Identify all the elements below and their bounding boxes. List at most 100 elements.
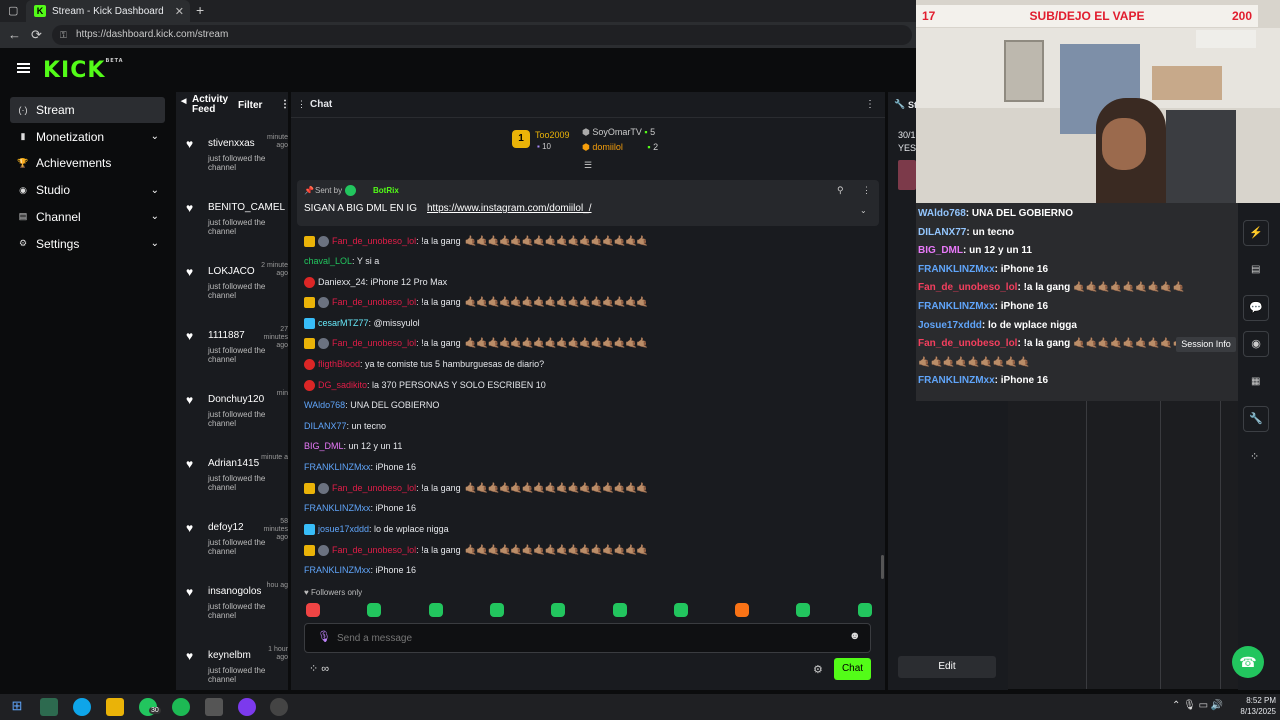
tab-actions-icon[interactable]: ▢ (8, 4, 18, 17)
chat-message[interactable]: WAldo768: UNA DEL GOBIERNO (304, 398, 439, 412)
chat-settings-icon[interactable]: ⚙ (813, 663, 823, 676)
chat-message[interactable]: DG_sadikito: la 370 PERSONAS Y SOLO ESCR… (304, 378, 546, 392)
chat-username[interactable]: Fan_de_unobeso_lol (332, 297, 416, 307)
chat-message[interactable]: Fan_de_unobeso_lol: !a la gang 🤙🏽🤙🏽🤙🏽🤙🏽🤙🏽… (304, 234, 649, 248)
chat-username[interactable]: FRANKLINZMxx (304, 503, 371, 513)
address-bar[interactable]: ⚿ https://dashboard.kick.com/stream (52, 25, 912, 45)
chat-message[interactable]: Daniexx_24: iPhone 12 Pro Max (304, 275, 447, 289)
chat-username[interactable]: Daniexx_24 (318, 277, 366, 287)
chat-drag-icon[interactable]: ⋮ (297, 99, 306, 110)
obs-icon[interactable] (270, 698, 288, 716)
emote-icon[interactable] (367, 603, 382, 617)
emote-icon[interactable] (428, 603, 443, 617)
new-tab-icon[interactable]: + (196, 2, 204, 18)
leader-third[interactable]: ⬢ domiilol ▪ 2 (582, 142, 658, 153)
kick-logo[interactable]: KICKBETA (43, 58, 124, 83)
notes-icon[interactable]: ▤ (1251, 264, 1260, 275)
back-icon[interactable]: ← (8, 27, 21, 42)
chat-message[interactable]: FRANKLINZMxx: iPhone 16 (304, 563, 416, 577)
clock[interactable]: 8:52 PM 8/13/2025 (1232, 695, 1276, 717)
emote-icon[interactable] (306, 603, 320, 617)
system-tray-icons[interactable]: ⌃ 🎙 ▭ 🔊 (1172, 700, 1223, 711)
chat-username[interactable]: Fan_de_unobeso_lol (332, 483, 416, 493)
quick-actions-icon[interactable]: ⚡ (1243, 220, 1269, 246)
chat-username[interactable]: DG_sadikito (318, 380, 367, 390)
chat-message[interactable]: Fan_de_unobeso_lol: !a la gang 🤙🏽🤙🏽🤙🏽🤙🏽🤙🏽… (304, 295, 649, 309)
chat-username[interactable]: Fan_de_unobeso_lol (332, 338, 416, 348)
file-explorer-icon[interactable] (106, 698, 124, 716)
discord-icon[interactable] (238, 698, 256, 716)
kick-points-icon[interactable]: ⁘ ∞ (309, 662, 329, 675)
emoji-icon[interactable]: ☻ (849, 630, 861, 642)
tools-icon[interactable]: 🔧 (1243, 406, 1269, 432)
expand-leaderboard-icon[interactable]: ☰ (584, 160, 592, 171)
bot-name[interactable]: BotRix (373, 186, 399, 195)
layout-icon[interactable]: ▦ (1251, 376, 1260, 387)
emote-icon[interactable] (489, 603, 504, 617)
leader-second[interactable]: ⬢ SoyOmarTV ▪ 5 (582, 127, 655, 138)
emote-icon[interactable] (673, 603, 688, 617)
app-icon[interactable] (205, 698, 223, 716)
site-info-icon[interactable]: ⚿ (60, 25, 67, 45)
edge-browser-icon[interactable] (73, 698, 91, 716)
support-chat-icon[interactable]: ☎ (1232, 646, 1264, 678)
sidebar-item-settings[interactable]: ⚙ Settings ⌄ (10, 231, 165, 257)
filter-button[interactable]: Filter (238, 100, 262, 111)
chat-username[interactable]: FRANKLINZMxx (304, 565, 371, 575)
microphone-icon[interactable]: 🎙 (317, 630, 331, 643)
chat-message[interactable]: Fan_de_unobeso_lol: !a la gang 🤙🏽🤙🏽🤙🏽🤙🏽🤙🏽… (304, 543, 649, 557)
chat-message[interactable]: Fan_de_unobeso_lol: !a la gang 🤙🏽🤙🏽🤙🏽🤙🏽🤙🏽… (304, 481, 649, 495)
chat-scrollbar[interactable] (881, 555, 884, 579)
chat-username[interactable]: DILANX77 (304, 421, 347, 431)
emote-icon[interactable] (857, 603, 872, 617)
browser-tab[interactable]: K Stream - Kick Dashboard ✕ (26, 0, 190, 22)
sidebar-item-monetization[interactable]: ▮ Monetization ⌄ (10, 124, 165, 150)
chat-message[interactable]: FRANKLINZMxx: iPhone 16 (304, 501, 416, 515)
chat-bubble-icon[interactable]: 💬 (1243, 295, 1269, 321)
emote-icon[interactable] (796, 603, 811, 617)
leader-first-name[interactable]: Too2009 (535, 130, 570, 140)
refresh-icon[interactable]: ⟳ (31, 27, 42, 43)
integrations-icon[interactable]: ⁘ (1250, 450, 1259, 463)
chat-username[interactable]: WAldo768 (304, 400, 345, 410)
chat-username[interactable]: FRANKLINZMxx (304, 462, 371, 472)
chat-options-icon[interactable]: ⋮ (865, 99, 875, 110)
menu-icon[interactable] (17, 63, 30, 73)
emote-icon[interactable] (612, 603, 627, 617)
start-icon[interactable]: ⊞ (8, 698, 26, 716)
chat-username[interactable]: cesarMTZ77 (318, 318, 369, 328)
collapse-arrow-icon[interactable]: ◀ (181, 97, 186, 105)
sidebar-item-achievements[interactable]: 🏆 Achievements (10, 150, 165, 176)
message-input[interactable] (337, 630, 837, 646)
chat-username[interactable]: fligthBlood (318, 359, 360, 369)
chat-message[interactable]: josue17xddd: lo de wplace nigga (304, 522, 449, 536)
chat-message[interactable]: Fan_de_unobeso_lol: !a la gang 🤙🏽🤙🏽🤙🏽🤙🏽🤙🏽… (304, 336, 649, 350)
sidebar-item-channel[interactable]: ▤ Channel ⌄ (10, 204, 165, 230)
pinned-link[interactable]: https://www.instagram.com/domiilol_/ (427, 203, 592, 214)
chat-username[interactable]: Fan_de_unobeso_lol (332, 236, 416, 246)
emote-icon[interactable] (551, 603, 566, 617)
chat-username[interactable]: BIG_DML (304, 441, 344, 451)
terminal-app-icon[interactable] (40, 698, 58, 716)
session-info-icon[interactable]: ◉ (1243, 331, 1269, 357)
edit-button[interactable]: Edit (898, 656, 996, 678)
chat-message[interactable]: fligthBlood: ya te comiste tus 5 hamburg… (304, 357, 544, 371)
chat-message[interactable]: cesarMTZ77: @missyulol (304, 316, 420, 330)
spotify-icon[interactable] (172, 698, 190, 716)
pinned-options-icon[interactable]: ⋮ (862, 185, 871, 196)
chat-composer[interactable]: 🎙 ☻ (304, 623, 871, 653)
send-chat-button[interactable]: Chat (834, 658, 871, 680)
chat-message[interactable]: FRANKLINZMxx: iPhone 16 (304, 460, 416, 474)
chat-message[interactable]: chaval_LOL: Y si a (304, 254, 379, 268)
chat-username[interactable]: Fan_de_unobeso_lol (332, 545, 416, 555)
whatsapp-icon[interactable]: 30 (139, 698, 161, 716)
sidebar-item-studio[interactable]: ◉ Studio ⌄ (10, 177, 165, 203)
sidebar-item-stream[interactable]: (·) Stream (10, 97, 165, 123)
unpin-icon[interactable]: ⚲ (837, 185, 844, 196)
chat-username[interactable]: chaval_LOL (304, 256, 352, 266)
chat-message[interactable]: BIG_DML: un 12 y un 11 (304, 439, 402, 453)
chevron-down-icon[interactable]: ⌄ (860, 206, 867, 215)
more-options-icon[interactable]: ⋮ (280, 99, 290, 110)
close-tab-icon[interactable]: ✕ (175, 5, 184, 18)
emote-icon[interactable] (735, 603, 750, 617)
